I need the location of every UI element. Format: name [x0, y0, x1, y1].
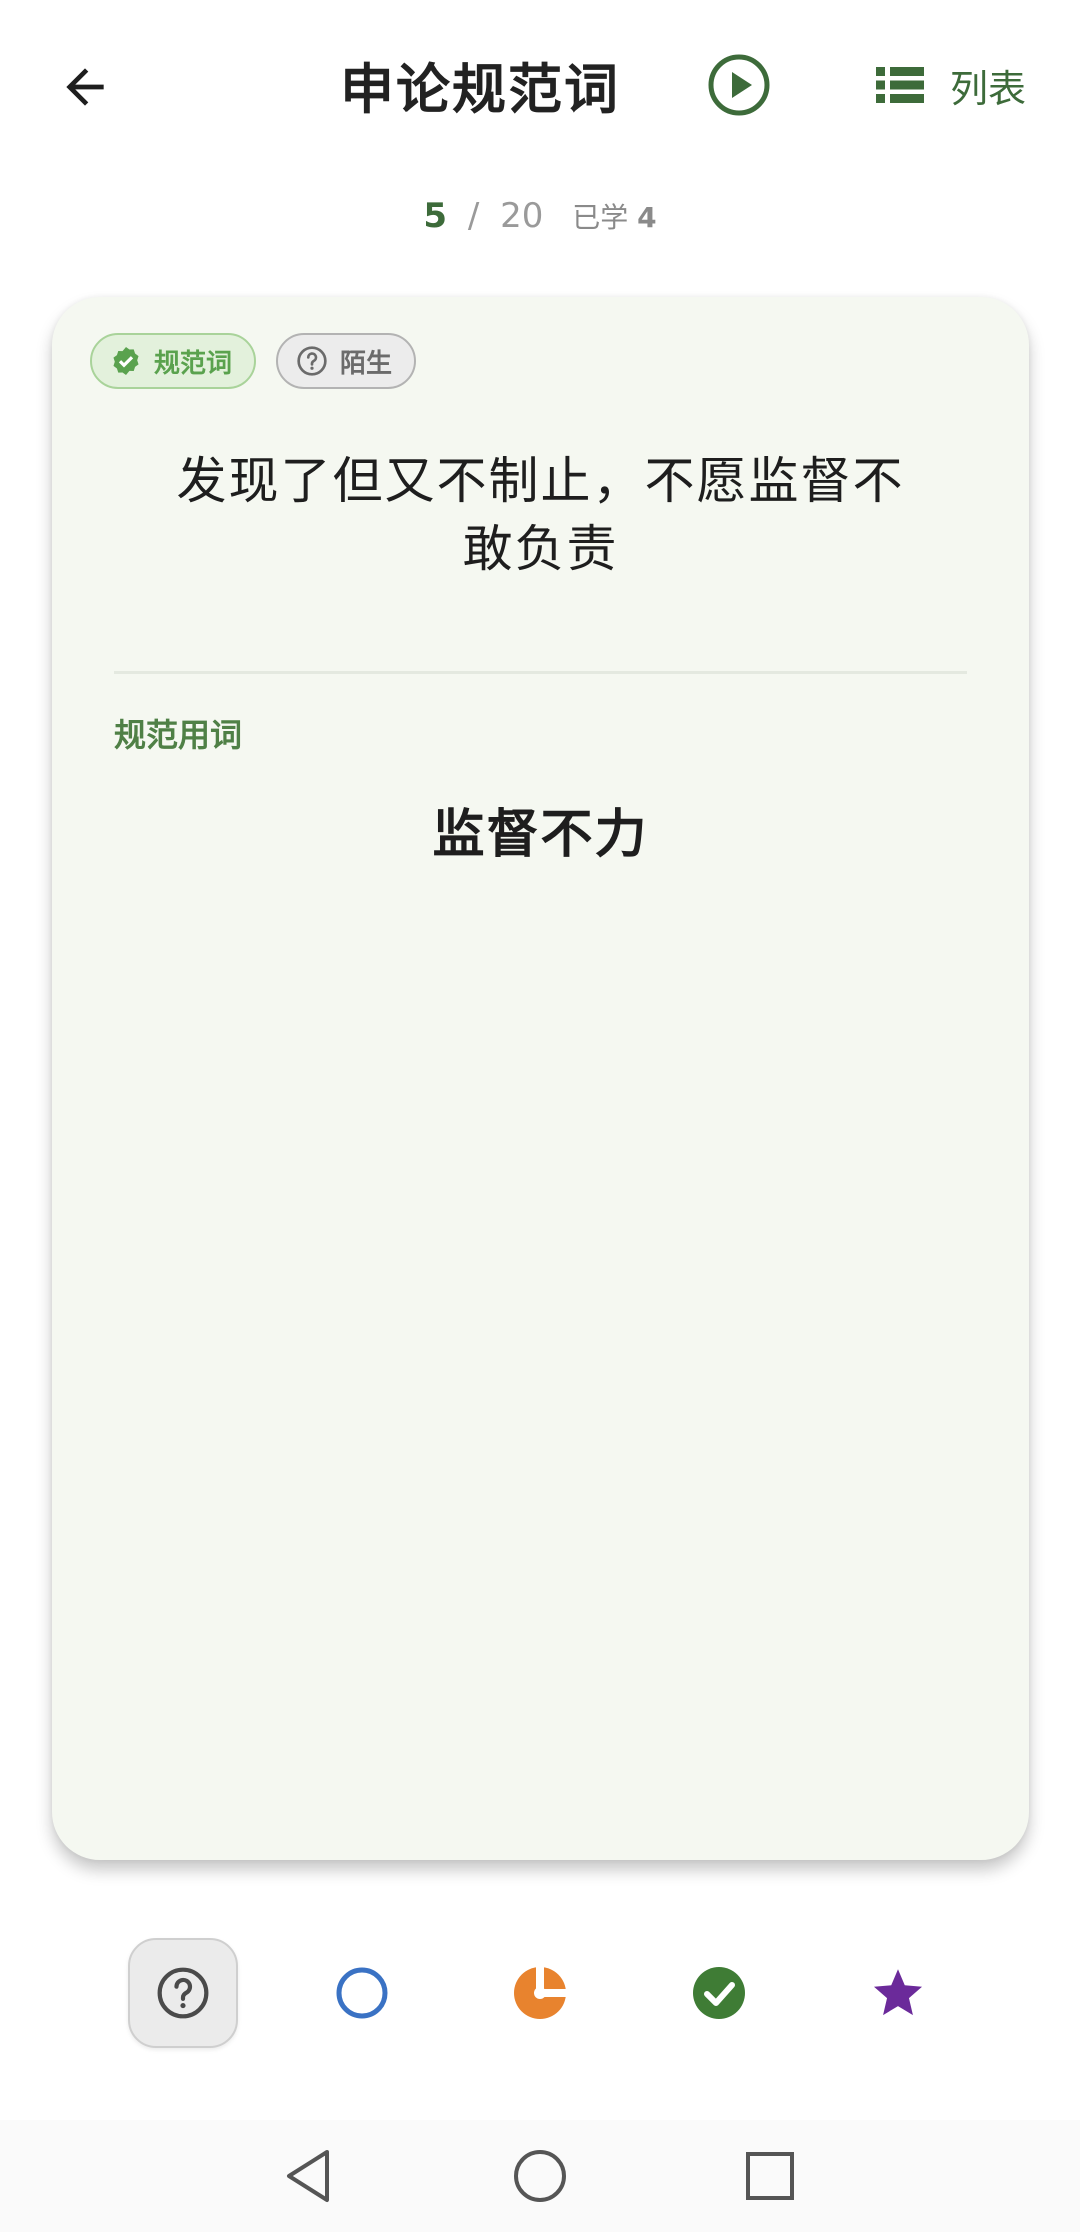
question-circle-icon [157, 1967, 209, 2019]
list-icon [876, 67, 924, 103]
card-divider [114, 671, 967, 674]
list-view-button[interactable]: 列表 [876, 55, 1026, 115]
empty-circle-icon [336, 1967, 388, 2019]
star-icon [873, 1969, 923, 2016]
current-index: 5 [423, 196, 448, 236]
status-unfamiliar-button[interactable] [128, 1938, 238, 2048]
check-badge-icon [113, 347, 139, 375]
progress-indicator: 5 / 20 已学 4 [0, 196, 1080, 236]
familiarity-badge: 陌生 [276, 333, 417, 389]
list-label: 列表 [950, 66, 1027, 111]
question-circle-icon [297, 346, 327, 376]
learned-indicator: 已学 4 [572, 201, 656, 234]
square-recents-icon [746, 2152, 794, 2200]
category-badge: 规范词 [90, 333, 257, 389]
system-navigation-bar [0, 2120, 1080, 2232]
check-circle-icon [693, 1967, 745, 2019]
progress-separator: / [467, 196, 480, 236]
status-partial-button[interactable] [485, 1938, 595, 2048]
play-button[interactable] [706, 52, 772, 118]
answer-text: 监督不力 [432, 805, 649, 865]
circle-home-icon [514, 2150, 566, 2202]
play-circle-icon [708, 54, 770, 116]
triangle-back-icon [287, 2150, 329, 2202]
nav-recents-button[interactable] [715, 2120, 825, 2232]
total-count: 20 [500, 196, 544, 236]
section-label: 规范用词 [114, 716, 243, 754]
status-selector [0, 1938, 1080, 2048]
learned-count: 4 [637, 201, 657, 234]
flash-card[interactable]: 规范词 陌生 发现了但又不制止，不愿监督不敢负责 规范用词 监督不力 [52, 297, 1029, 1860]
half-circle-icon [514, 1967, 566, 2019]
category-badge-label: 规范词 [154, 348, 233, 379]
top-app-bar: 申论规范词 列表 [0, 0, 1080, 170]
status-favorite-button[interactable] [843, 1938, 953, 2048]
status-new-button[interactable] [307, 1938, 417, 2048]
phrase-text: 发现了但又不制止，不愿监督不敢负责 [176, 452, 905, 578]
card-badges: 规范词 陌生 [90, 333, 417, 389]
familiarity-badge-label: 陌生 [340, 348, 393, 379]
nav-home-button[interactable] [485, 2120, 595, 2232]
status-mastered-button[interactable] [664, 1938, 774, 2048]
nav-back-button[interactable] [254, 2120, 364, 2232]
learned-label: 已学 [572, 201, 629, 234]
